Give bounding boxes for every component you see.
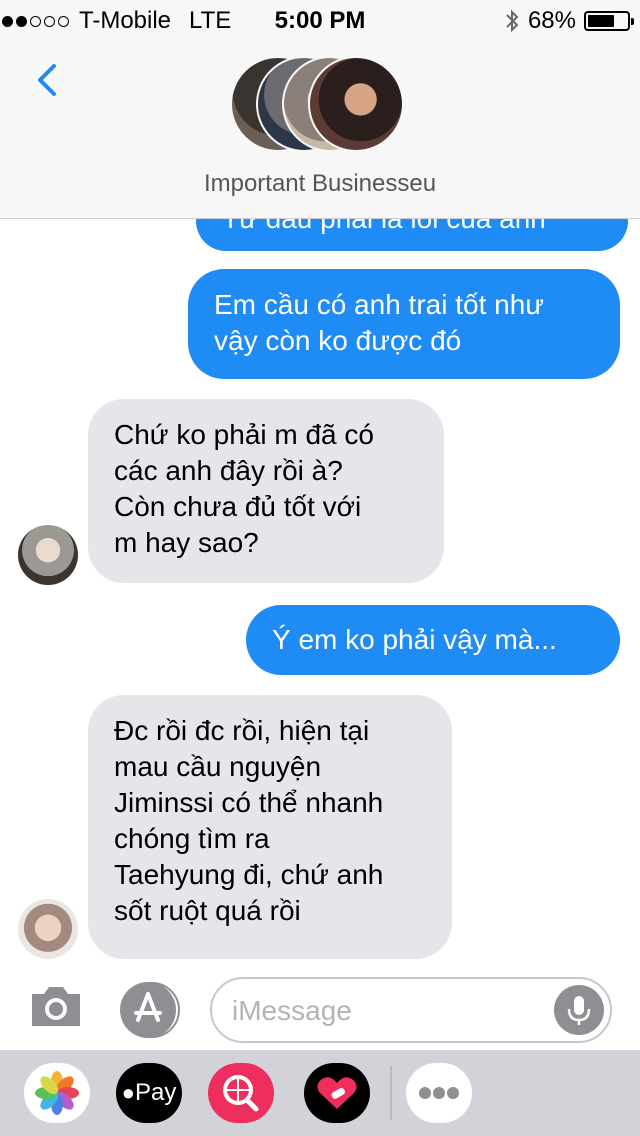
message-text: Từ đâu phải là lỗi của anh	[222, 219, 546, 234]
compose-bar: iMessage	[0, 960, 640, 1060]
battery-percent: 68%	[527, 7, 576, 34]
heart-stickers-icon[interactable]	[304, 1063, 370, 1123]
message-bubble-incoming[interactable]: Đc rồi đc rồi, hiện tại mau cầu nguyện J…	[88, 695, 452, 959]
bluetooth-icon	[506, 9, 519, 33]
message-line: sốt ruột quá rồi	[114, 895, 301, 926]
message-line: vậy còn ko được đó	[214, 325, 462, 356]
apple-pay-label: Pay	[134, 1079, 177, 1106]
input-placeholder: iMessage	[232, 995, 352, 1026]
message-line: Ý em ko phải vậy mà...	[272, 624, 557, 655]
message-line: Đc rồi đc rồi, hiện tại	[114, 715, 370, 746]
message-line: mau cầu nguyện	[114, 751, 322, 782]
message-bubble-outgoing[interactable]: Ý em ko phải vậy mà...	[246, 605, 620, 675]
apple-pay-icon[interactable]: ●Pay	[116, 1063, 182, 1123]
message-bubble-outgoing[interactable]: Em cầu có anh trai tốt như vậy còn ko đư…	[188, 269, 620, 379]
back-chevron-icon[interactable]	[28, 60, 68, 100]
message-line: các anh đây rồi à?	[114, 455, 343, 486]
more-icon[interactable]	[406, 1063, 472, 1123]
conversation-header: Important Businesseu	[0, 40, 640, 219]
camera-icon[interactable]	[28, 982, 84, 1030]
message-line: Chứ ko phải m đã có	[114, 419, 374, 450]
group-avatars[interactable]	[230, 56, 410, 156]
photos-icon[interactable]	[24, 1063, 90, 1123]
message-line: Em cầu có anh trai tốt như	[214, 289, 545, 320]
drawer-divider	[390, 1066, 392, 1120]
message-line: Taehyung đi, chứ anh	[114, 859, 384, 890]
app-drawer: ●Pay	[0, 1050, 640, 1136]
sender-avatar[interactable]	[18, 899, 78, 959]
message-line: Jiminssi có thể nhanh	[114, 787, 384, 818]
sender-avatar[interactable]	[18, 525, 78, 585]
web-search-icon[interactable]	[208, 1063, 274, 1123]
message-input[interactable]: iMessage	[210, 977, 612, 1043]
status-bar: T-Mobile LTE 5:00 PM 68%	[0, 0, 640, 40]
message-bubble-incoming[interactable]: Chứ ko phải m đã có các anh đây rồi à? C…	[88, 399, 444, 583]
message-list[interactable]: Từ đâu phải là lỗi của anh Em cầu có anh…	[0, 219, 640, 960]
avatar	[308, 56, 404, 152]
message-line: chóng tìm ra	[114, 823, 270, 854]
message-line: Còn chưa đủ tốt với	[114, 491, 362, 522]
microphone-icon[interactable]	[554, 985, 604, 1035]
app-store-icon[interactable]	[118, 980, 182, 1044]
conversation-title[interactable]: Important Businesseu	[0, 170, 640, 198]
message-bubble-outgoing[interactable]: Từ đâu phải là lỗi của anh	[196, 219, 628, 251]
message-line: m hay sao?	[114, 527, 259, 558]
battery-icon	[584, 11, 634, 31]
